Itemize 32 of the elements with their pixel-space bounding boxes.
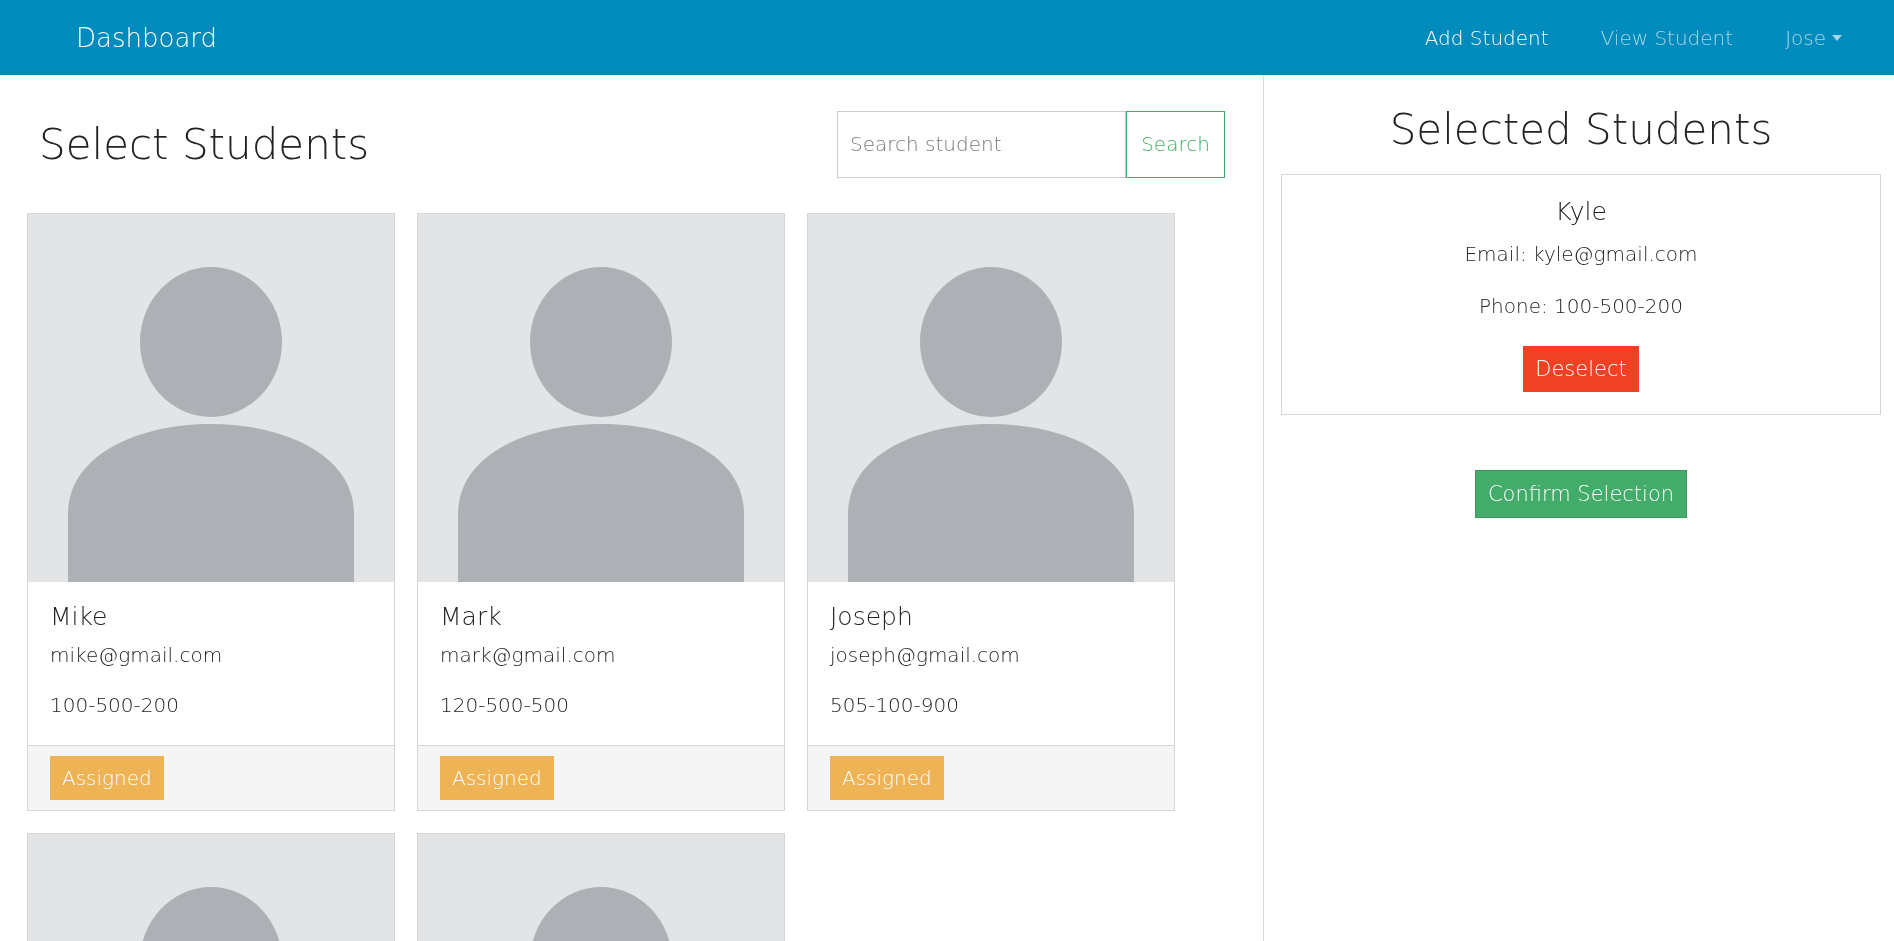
student-phone: 100-500-200: [50, 693, 180, 717]
student-card[interactable]: Mark mark@gmail.com 120-500-500 Assigned: [417, 213, 785, 811]
student-phone: 120-500-500: [440, 693, 570, 717]
student-name: Joseph: [830, 602, 914, 631]
page-title: Select Students: [39, 119, 370, 169]
student-email: mike@gmail.com: [50, 643, 224, 667]
student-phone: 505-100-900: [830, 693, 960, 717]
student-phone: Phone: 100-500-200: [1479, 294, 1683, 318]
student-email: joseph@gmail.com: [830, 643, 1021, 667]
student-email: Email: kyle@gmail.com: [1464, 242, 1698, 266]
avatar-icon: [28, 214, 394, 582]
student-name: Mark: [440, 602, 503, 631]
search-field[interactable]: Search student: [837, 110, 1126, 178]
deselect-button[interactable]: Deselect: [1523, 346, 1639, 392]
status-badge: Assigned: [50, 756, 164, 800]
caret-icon: [1832, 34, 1842, 41]
student-email: mark@gmail.com: [440, 643, 617, 667]
nav-link[interactable]: Add Student: [1424, 25, 1549, 50]
student-name: Kyle: [1555, 197, 1607, 226]
panel-title: Selected Students: [1389, 105, 1773, 154]
user-menu[interactable]: Jose: [1785, 25, 1842, 50]
nav-link[interactable]: View Student: [1600, 25, 1734, 50]
status-badge: Assigned: [830, 756, 944, 800]
search-button[interactable]: Search: [1126, 110, 1225, 178]
student-card[interactable]: Joseph joseph@gmail.com 505-100-900 Assigned: [807, 213, 1175, 811]
avatar-icon: [808, 214, 1174, 582]
avatar-icon: [418, 214, 784, 582]
brand-link[interactable]: Dashboard: [76, 22, 1425, 53]
student-name: Mike: [50, 602, 109, 631]
status-badge: Assigned: [440, 756, 554, 800]
confirm-button[interactable]: Confirm Selection: [1474, 470, 1688, 518]
student-card[interactable]: Mike mike@gmail.com 100-500-200 Assigned: [27, 213, 395, 811]
